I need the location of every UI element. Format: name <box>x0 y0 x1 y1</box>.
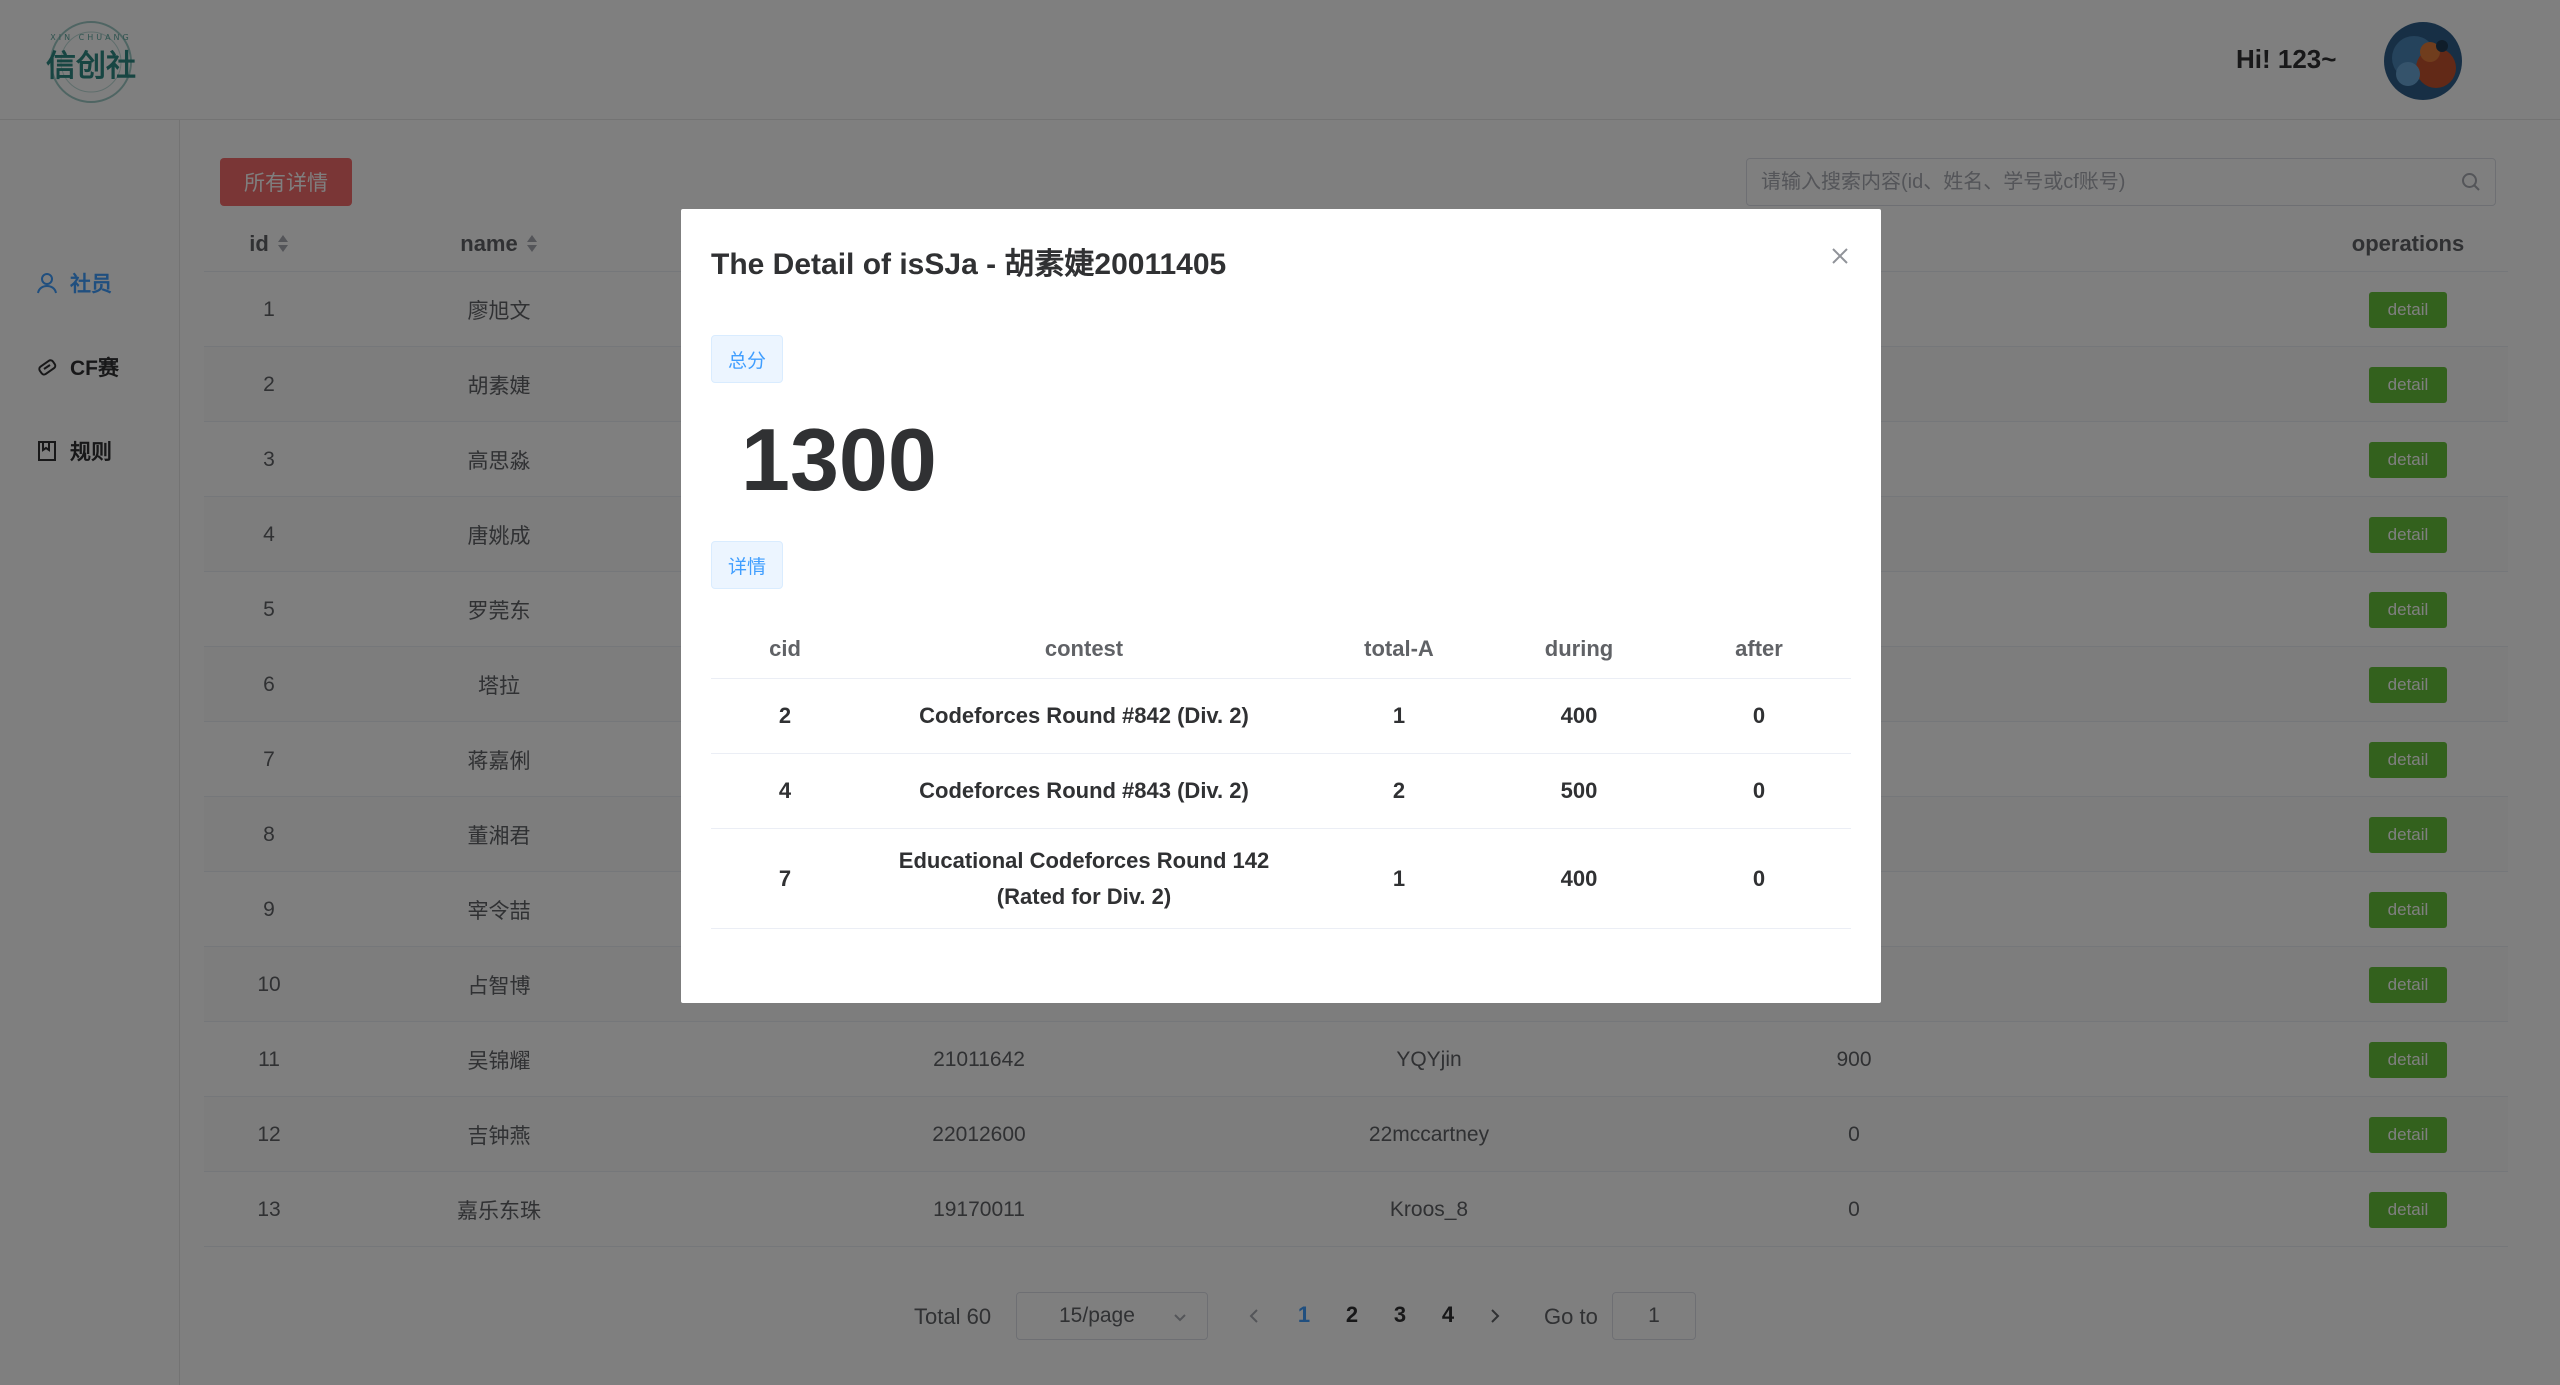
cell-during: 400 <box>1560 703 1598 728</box>
total-score-tag: 总分 <box>711 335 783 383</box>
cell-cid: 7 <box>778 865 792 891</box>
contest-table-header: cid contest total-A during after <box>711 619 1851 679</box>
cell-after: 0 <box>1752 703 1766 728</box>
cell-contest: Codeforces Round #843 (Div. 2) <box>919 778 1249 803</box>
cell-during: 500 <box>1560 778 1598 803</box>
cell-total-a: 1 <box>1392 703 1406 728</box>
contest-row: 4 Codeforces Round #843 (Div. 2) 2 500 0 <box>711 754 1851 829</box>
dialog-title: The Detail of isSJa - 胡素婕20011405 <box>711 248 1227 281</box>
cell-total-a: 1 <box>1392 865 1406 891</box>
column-header-after: after <box>1735 636 1783 661</box>
cell-total-a: 2 <box>1392 778 1406 803</box>
cell-contest: Educational Codeforces Round 142 (Rated … <box>898 847 1270 909</box>
column-header-total-a: total-A <box>1364 636 1434 661</box>
detail-dialog: The Detail of isSJa - 胡素婕20011405 总分 130… <box>681 209 1881 1003</box>
cell-cid: 2 <box>778 703 792 728</box>
total-score-value: 1300 <box>741 410 937 509</box>
close-icon[interactable] <box>1829 245 1851 267</box>
cell-after: 0 <box>1752 778 1766 803</box>
cell-cid: 4 <box>778 778 792 803</box>
column-header-contest: contest <box>1044 636 1124 661</box>
cell-during: 400 <box>1560 865 1598 891</box>
contest-row: 7 Educational Codeforces Round 142 (Rated… <box>711 829 1851 929</box>
cell-after: 0 <box>1752 865 1766 891</box>
column-header-during: during <box>1544 636 1614 661</box>
contest-row: 2 Codeforces Round #842 (Div. 2) 1 400 0 <box>711 679 1851 754</box>
cell-contest: Codeforces Round #842 (Div. 2) <box>919 703 1249 728</box>
details-tag: 详情 <box>711 541 783 589</box>
column-header-cid: cid <box>769 636 801 661</box>
contest-table: cid contest total-A during after 2 Codefo… <box>711 619 1851 929</box>
